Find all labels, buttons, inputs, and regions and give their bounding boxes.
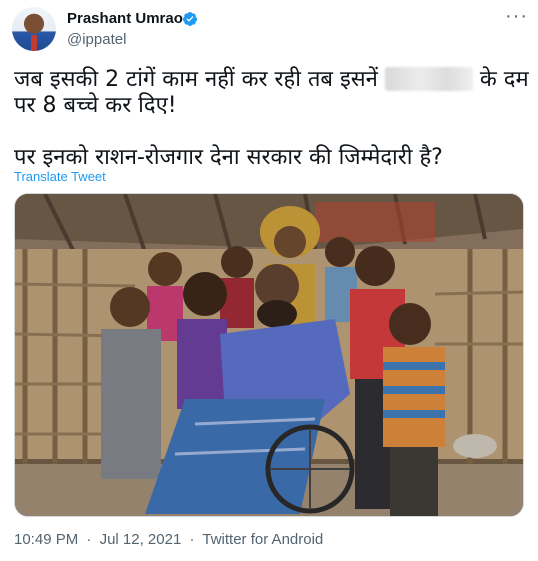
tweet-client[interactable]: Twitter for Android — [202, 531, 323, 548]
tweet-text: जब इसकी 2 टांगें काम नहीं कर रही तब इसने… — [14, 67, 529, 171]
tweet-metadata: 10:49 PM · Jul 12, 2021 · Twitter for An… — [14, 531, 327, 548]
tweet-line-3: पर इनको राशन-रोजगार देना सरकार की जिम्मे… — [14, 145, 443, 170]
more-options-icon[interactable]: ··· — [505, 6, 528, 26]
tweet-line-2: पर 8 बच्चे कर दिए! — [14, 93, 177, 118]
author-name[interactable]: Prashant Umrao — [67, 10, 183, 27]
meta-separator: · — [189, 531, 195, 548]
redacted-word — [384, 67, 473, 91]
tweet-text-segment: के दम — [479, 67, 529, 92]
tweet-line-1: जब इसकी 2 टांगें काम नहीं कर रही तब इसने… — [14, 67, 529, 93]
verified-badge-icon — [182, 12, 197, 26]
tweet-date[interactable]: Jul 12, 2021 — [100, 531, 182, 548]
tweet-line-spacer — [14, 119, 524, 145]
tweet-photo-image — [15, 194, 523, 516]
tweet-card: Prashant Umrao @ippatel ··· जब इसकी 2 टा… — [0, 0, 538, 561]
author-handle[interactable]: @ippatel — [67, 31, 126, 48]
author-avatar[interactable] — [12, 7, 56, 51]
tweet-time[interactable]: 10:49 PM — [14, 531, 78, 548]
tweet-text-segment: जब इसकी 2 टांगें काम नहीं कर रही तब इसने… — [14, 67, 378, 92]
tweet-photo[interactable] — [14, 193, 524, 517]
meta-separator: · — [86, 531, 92, 548]
translate-tweet-link[interactable]: Translate Tweet — [14, 169, 106, 184]
